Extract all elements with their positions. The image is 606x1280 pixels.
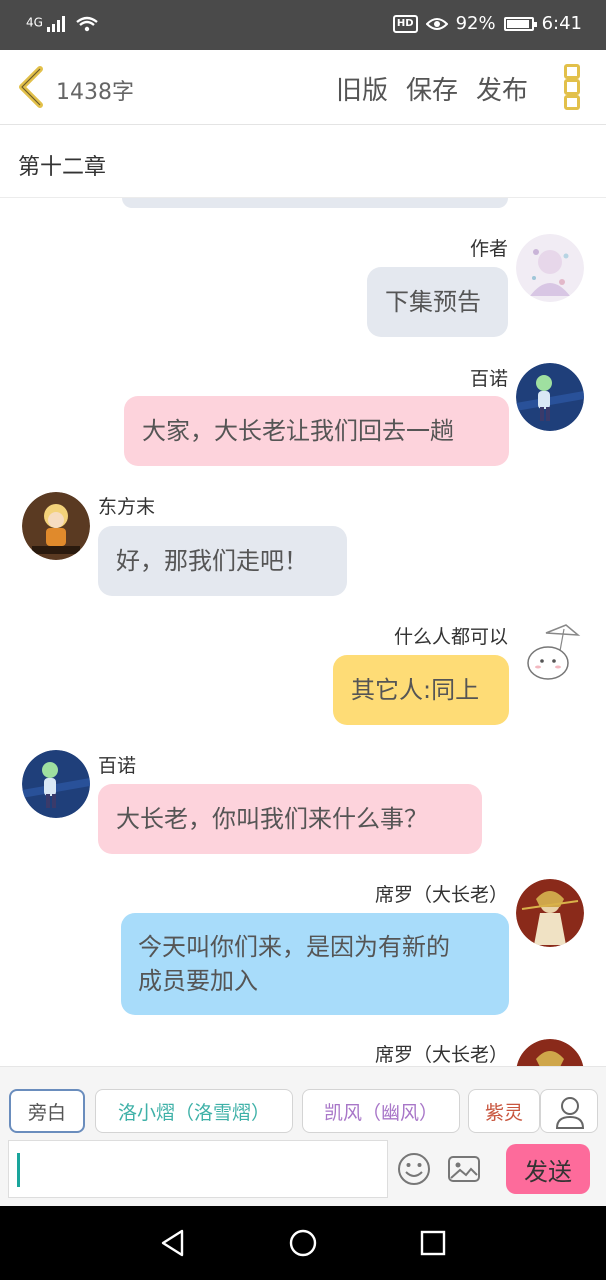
message-text-line: 今天叫你们来，是因为有新的 (138, 933, 450, 961)
composer-toolbar: 旁白 洛小熠（洛雪熠） 凯风（幽风） 紫灵 发送 (0, 1066, 606, 1207)
bainuo-avatar[interactable] (22, 750, 90, 818)
xiluo-avatar[interactable] (516, 879, 584, 947)
dongfangmo-avatar[interactable] (22, 492, 90, 560)
signal-indicator: 4G (26, 14, 109, 32)
editor-header: 1438字 旧版 保存 发布 (0, 50, 606, 125)
chapter-title[interactable]: 第十二章 (18, 149, 106, 181)
speaker-name: 百诺 (469, 368, 508, 390)
publish-button[interactable]: 发布 (476, 70, 528, 107)
message-text: 好，那我们走吧！ (116, 547, 308, 575)
chapter-header: 第十二章 (0, 125, 606, 198)
speaker-name: 什么人都可以 (393, 626, 508, 648)
role-chip-narrator[interactable]: 旁白 (9, 1089, 85, 1133)
word-count: 1438字 (56, 80, 134, 105)
bainuo-avatar[interactable] (516, 363, 584, 431)
role-chip-luoxiaoyi[interactable]: 洛小熠（洛雪熠） (95, 1089, 293, 1133)
nav-recents-icon[interactable] (418, 1228, 448, 1258)
eye-icon (425, 17, 448, 30)
anyone-avatar[interactable] (516, 621, 584, 689)
speaker-name: 席罗（大长老） (374, 1044, 508, 1066)
previous-bubble-edge (122, 198, 508, 208)
message-bubble[interactable]: 下集预告 (367, 267, 508, 337)
more-menu-icon[interactable] (564, 64, 580, 110)
chat-list[interactable]: 作者 下集预告 百诺 大家，大长老让我们回去一趟 东方末 好，那我们走吧！ 什么… (0, 198, 606, 1066)
battery-icon (503, 16, 537, 31)
text-caret (17, 1153, 20, 1187)
role-chip-ziling[interactable]: 紫灵 (468, 1089, 540, 1133)
message-text-line: 成员要加入 (138, 967, 258, 995)
send-button[interactable]: 发送 (506, 1144, 590, 1194)
role-chip-kaifeng[interactable]: 凯风（幽风） (302, 1089, 460, 1133)
message-text: 下集预告 (385, 288, 481, 316)
message-input[interactable] (8, 1140, 388, 1198)
emoji-icon[interactable] (396, 1151, 432, 1187)
nav-home-icon[interactable] (288, 1228, 318, 1258)
old-version-button[interactable]: 旧版 (336, 70, 388, 107)
author-avatar[interactable] (516, 234, 584, 302)
message-text: 大长老，你叫我们来什么事？ (116, 805, 428, 833)
save-button[interactable]: 保存 (406, 70, 458, 107)
back-chevron-icon[interactable] (14, 66, 50, 108)
nav-back-icon[interactable] (158, 1228, 188, 1258)
image-icon[interactable] (446, 1151, 482, 1187)
clock: 6:41 (541, 13, 582, 34)
message-text: 其它人:同上 (351, 676, 480, 704)
message-bubble[interactable]: 大长老，你叫我们来什么事？ (98, 784, 482, 854)
person-icon (555, 1097, 585, 1129)
status-bar: 4G HD 92% 6:41 (0, 0, 606, 50)
xiluo-avatar[interactable] (516, 1039, 584, 1066)
battery-percent: 92% (455, 13, 496, 34)
message-bubble[interactable]: 好，那我们走吧！ (98, 526, 347, 596)
speaker-name: 百诺 (98, 755, 137, 777)
message-bubble[interactable]: 大家，大长老让我们回去一趟 (124, 396, 509, 466)
character-manager-button[interactable] (540, 1089, 598, 1133)
message-text: 大家，大长老让我们回去一趟 (142, 417, 454, 445)
system-nav-bar (0, 1206, 606, 1280)
speaker-name: 作者 (469, 238, 508, 260)
signal-wifi-icon (46, 16, 98, 32)
speaker-name: 东方末 (98, 496, 156, 518)
hd-icon: HD (392, 14, 418, 33)
speaker-name: 席罗（大长老） (374, 884, 508, 906)
message-bubble[interactable]: 其它人:同上 (333, 655, 509, 725)
message-bubble[interactable]: 今天叫你们来，是因为有新的 成员要加入 (121, 913, 509, 1015)
